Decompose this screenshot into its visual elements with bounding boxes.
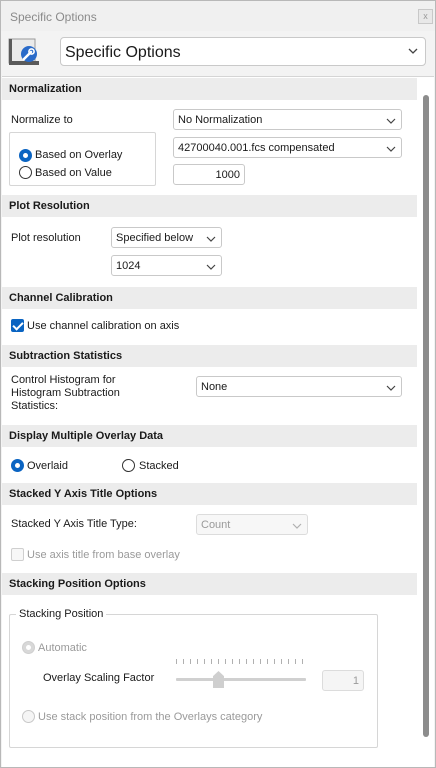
chevron-down-icon bbox=[206, 234, 216, 246]
normalize-value: 1000 bbox=[215, 169, 240, 181]
chevron-down-icon bbox=[386, 116, 396, 128]
section-normalization: Normalization bbox=[2, 78, 417, 100]
stack-overlays-label: Use stack position from the Overlays cat… bbox=[38, 711, 263, 723]
stacked-radio[interactable] bbox=[122, 459, 135, 472]
section-title: Subtraction Statistics bbox=[9, 350, 123, 362]
chevron-down-icon bbox=[386, 144, 396, 156]
plot-resolution-mode-select[interactable]: Specified below bbox=[111, 227, 222, 248]
normalize-to-label: Normalize to bbox=[11, 114, 73, 126]
close-button[interactable]: x bbox=[418, 9, 433, 24]
channel-calibration-label: Use channel calibration on axis bbox=[27, 320, 180, 332]
plot-resolution-label: Plot resolution bbox=[11, 232, 81, 244]
section-title: Stacked Y Axis Title Options bbox=[9, 488, 158, 500]
section-subtraction-statistics: Subtraction Statistics bbox=[2, 345, 417, 367]
stacked-y-title-type-label: Stacked Y Axis Title Type: bbox=[11, 518, 137, 530]
section-title: Display Multiple Overlay Data bbox=[9, 430, 164, 442]
overlay-scaling-label: Overlay Scaling Factor bbox=[43, 672, 155, 684]
base-overlay-checkbox[interactable] bbox=[11, 548, 24, 561]
section-title: Stacking Position Options bbox=[9, 578, 146, 590]
plot-resolution-value: 1024 bbox=[116, 260, 141, 272]
overlay-select[interactable]: 42700040.001.fcs compensated bbox=[173, 137, 402, 158]
stacked-y-title-type-select[interactable]: Count bbox=[196, 514, 308, 535]
chevron-down-icon bbox=[386, 383, 396, 395]
based-on-value-radio[interactable] bbox=[19, 166, 32, 179]
overlaid-label: Overlaid bbox=[27, 460, 68, 472]
automatic-radio[interactable] bbox=[22, 641, 35, 654]
section-stacking-position: Stacking Position Options bbox=[2, 573, 417, 595]
stacked-y-title-type-value: Count bbox=[201, 519, 231, 531]
stacked-label: Stacked bbox=[139, 460, 179, 472]
control-histogram-value: None bbox=[201, 381, 228, 393]
vertical-scrollbar[interactable] bbox=[423, 95, 429, 737]
category-select-value: Specific Options bbox=[65, 44, 181, 61]
normalize-to-value: No Normalization bbox=[178, 114, 263, 126]
control-histogram-label-line3: Statistics: bbox=[11, 400, 59, 412]
stacking-position-group-label: Stacking Position bbox=[16, 608, 107, 620]
chevron-down-icon bbox=[292, 521, 302, 533]
chevron-down-icon bbox=[206, 262, 216, 274]
section-title: Channel Calibration bbox=[9, 292, 113, 304]
plot-resolution-mode-value: Specified below bbox=[116, 232, 194, 244]
chevron-down-icon bbox=[407, 45, 419, 60]
normalize-to-select[interactable]: No Normalization bbox=[173, 109, 402, 130]
control-histogram-label-line2: Histogram Subtraction bbox=[11, 387, 120, 399]
scaling-factor-value: 1 bbox=[352, 675, 359, 687]
based-on-overlay-radio[interactable] bbox=[19, 149, 32, 162]
base-overlay-label: Use axis title from base overlay bbox=[27, 549, 180, 561]
overlaid-radio[interactable] bbox=[11, 459, 24, 472]
section-channel-calibration: Channel Calibration bbox=[2, 287, 417, 309]
category-select[interactable]: Specific Options bbox=[60, 37, 426, 66]
scaling-slider-track[interactable] bbox=[176, 678, 306, 681]
section-title: Normalization bbox=[9, 83, 82, 95]
section-title: Plot Resolution bbox=[9, 200, 90, 212]
based-on-overlay-label: Based on Overlay bbox=[35, 149, 123, 161]
section-display-overlay: Display Multiple Overlay Data bbox=[2, 425, 417, 447]
channel-calibration-checkbox[interactable] bbox=[11, 319, 24, 332]
control-histogram-label-line1: Control Histogram for bbox=[11, 374, 116, 386]
stack-overlays-radio[interactable] bbox=[22, 710, 35, 723]
based-on-value-label: Based on Value bbox=[35, 167, 112, 179]
window-title: Specific Options bbox=[10, 10, 97, 24]
wrench-icon bbox=[7, 37, 40, 67]
section-plot-resolution: Plot Resolution bbox=[2, 195, 417, 217]
title-bar: Specific Options x bbox=[1, 1, 435, 31]
normalize-value-input[interactable]: 1000 bbox=[173, 164, 245, 185]
control-histogram-select[interactable]: None bbox=[196, 376, 402, 397]
options-window: Specific Options x Specific Options Norm… bbox=[0, 0, 436, 768]
automatic-label: Automatic bbox=[38, 642, 87, 654]
overlay-value: 42700040.001.fcs compensated bbox=[178, 142, 335, 154]
section-stacked-y-axis: Stacked Y Axis Title Options bbox=[2, 483, 417, 505]
plot-resolution-value-select[interactable]: 1024 bbox=[111, 255, 222, 276]
scaling-slider-ticks bbox=[176, 659, 306, 665]
scaling-factor-input[interactable]: 1 bbox=[322, 670, 364, 691]
